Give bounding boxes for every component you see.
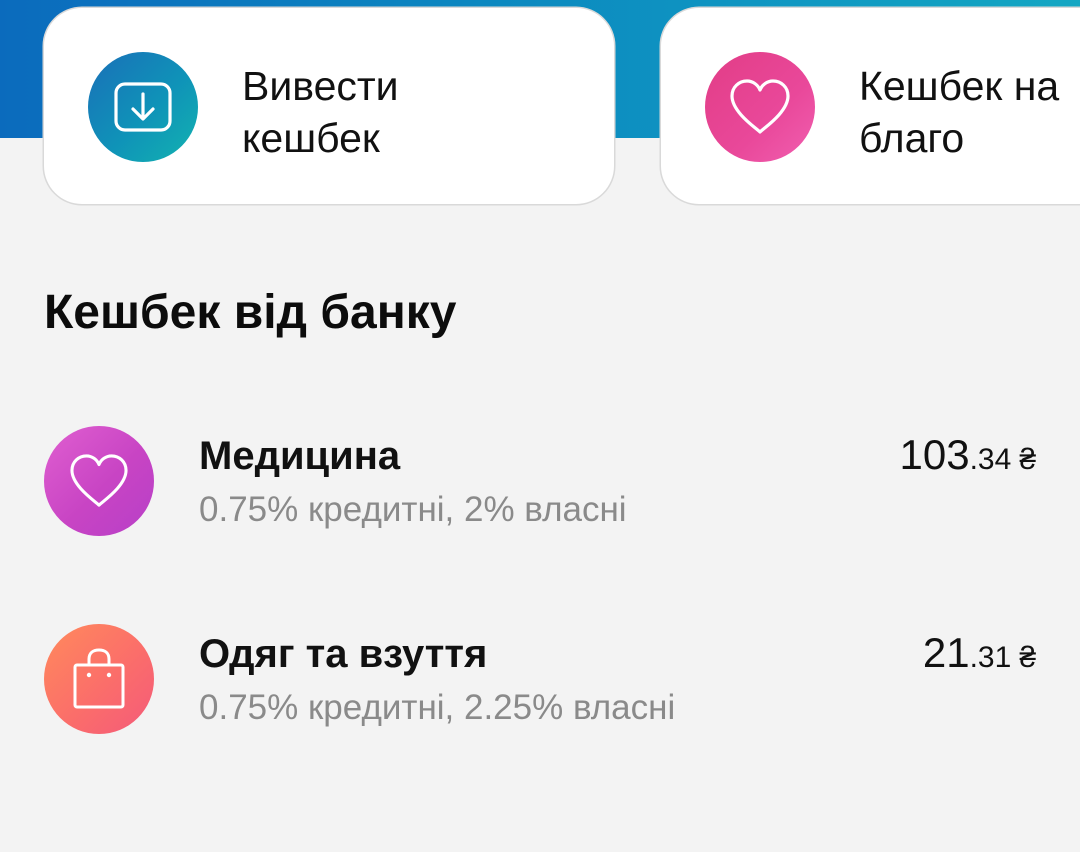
category-name: Одяг та взуття — [199, 632, 488, 676]
cashback-category-row[interactable]: Одяг та взуття 0.75% кредитні, 2.25% вла… — [0, 624, 1080, 744]
category-rates: 0.75% кредитні, 2.25% власні — [199, 688, 676, 727]
withdraw-icon-circle — [88, 52, 198, 162]
amount-fraction: .31 — [969, 641, 1012, 674]
amount-integer: 21 — [922, 629, 970, 676]
section-title: Кешбек від банку — [44, 286, 457, 339]
category-rates: 0.75% кредитні, 2% власні — [199, 490, 627, 529]
heart-icon — [730, 79, 790, 134]
amount-fraction: .34 — [969, 443, 1012, 476]
download-icon — [114, 82, 172, 132]
category-amount: 21.31 ₴ — [923, 628, 1036, 683]
amount-integer: 103 — [899, 431, 970, 478]
withdraw-cashback-card[interactable]: Вивести кешбек — [44, 8, 614, 204]
currency-symbol: ₴ — [1019, 641, 1036, 674]
cashback-category-row[interactable]: Медицина 0.75% кредитні, 2% власні 103.3… — [0, 426, 1080, 546]
shopping-bag-icon — [73, 648, 125, 709]
category-name: Медицина — [199, 434, 401, 478]
charity-icon-circle — [705, 52, 815, 162]
category-amount: 103.34 ₴ — [900, 430, 1036, 485]
charity-cashback-card[interactable]: Кешбек на благо — [661, 8, 1080, 204]
clothes-icon-circle — [44, 624, 154, 734]
charity-cashback-label: Кешбек на благо — [859, 63, 1060, 161]
currency-symbol: ₴ — [1019, 443, 1036, 476]
heart-icon — [70, 454, 128, 507]
withdraw-cashback-label: Вивести кешбек — [242, 63, 399, 161]
medicine-icon-circle — [44, 426, 154, 536]
